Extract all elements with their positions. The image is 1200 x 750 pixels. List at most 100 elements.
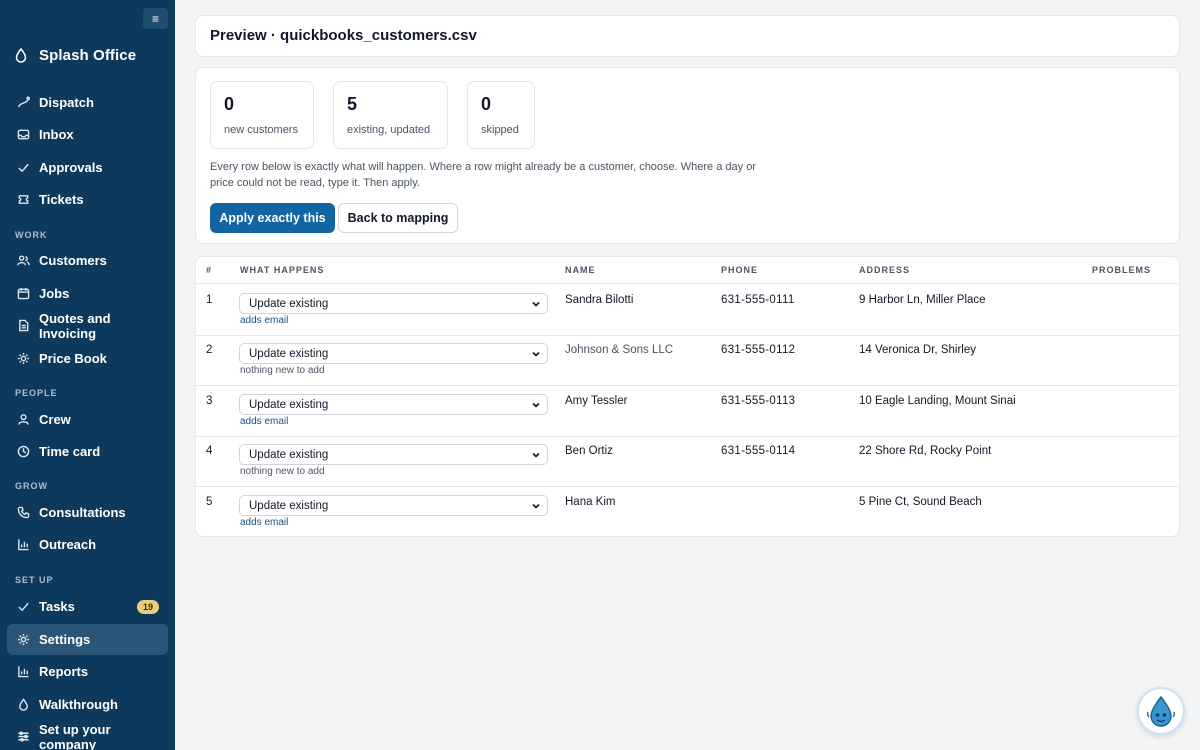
action-select-value: Update existing (249, 297, 329, 310)
row-number: 2 (206, 344, 213, 356)
calendar-icon (16, 287, 30, 301)
sidebar-item-label: Walkthrough (39, 697, 118, 712)
customer-phone: 631-555-0114 (721, 445, 796, 457)
row-number: 5 (206, 496, 213, 508)
user-icon (16, 413, 30, 427)
document-icon (16, 319, 30, 333)
chevron-down-icon (532, 351, 540, 357)
chevron-down-icon (532, 503, 540, 509)
customer-address: 22 Shore Rd, Rocky Point (859, 445, 992, 457)
water-drop-icon (15, 44, 29, 66)
customer-phone: 631-555-0112 (721, 344, 796, 356)
import-summary: 0 new customers 5 existing, updated 0 sk… (195, 67, 1180, 244)
sidebar-item-setup-company[interactable]: Set up your company (7, 721, 168, 750)
sidebar-item-label: Set up your company (39, 721, 111, 750)
stat-label: existing, updated (347, 124, 431, 136)
customer-name: Johnson & Sons LLC (565, 344, 674, 356)
chevron-down-icon (532, 402, 540, 408)
sidebar-item-label: Tasks (39, 599, 75, 614)
sidebar-item-label: Dispatch (39, 95, 94, 110)
column-header-what-happens: WHAT HAPPENS (240, 265, 325, 275)
chevron-down-icon (532, 301, 540, 307)
row-note: adds email (240, 517, 289, 528)
sidebar-item-label: Crew (39, 412, 71, 427)
table-header: # WHAT HAPPENS NAME PHONE ADDRESS PROBLE… (196, 257, 1179, 284)
sidebar-item-label: Reports (39, 664, 89, 679)
sidebar-item-customers[interactable]: Customers (7, 245, 168, 276)
sidebar-item-label: Outreach (39, 537, 97, 552)
sidebar-item-reports[interactable]: Reports (7, 656, 168, 687)
action-select[interactable]: Update existing (239, 444, 548, 465)
sidebar-collapse-button[interactable]: ≡ (143, 8, 168, 29)
help-assistant-button[interactable] (1137, 687, 1185, 735)
action-select[interactable]: Update existing (239, 394, 548, 415)
sun-icon (16, 352, 30, 366)
table-row: 1 Update existing adds email Sandra Bilo… (196, 285, 1179, 336)
sidebar-item-label: Settings (39, 632, 91, 647)
page-header: Preview · quickbooks_customers.csv (195, 15, 1180, 57)
page-title: Preview · quickbooks_customers.csv (210, 27, 477, 44)
sidebar-item-pricebook[interactable]: Price Book (7, 343, 168, 374)
action-select[interactable]: Update existing (239, 343, 548, 364)
action-select-value: Update existing (249, 448, 329, 461)
route-icon (16, 96, 30, 110)
sidebar-item-label: Time card (39, 444, 101, 459)
column-header-address: ADDRESS (859, 265, 911, 275)
stat-value: 0 (481, 94, 492, 114)
action-select[interactable]: Update existing (239, 495, 548, 516)
preview-table: # WHAT HAPPENS NAME PHONE ADDRESS PROBLE… (195, 256, 1180, 537)
stat-existing-updated: 5 existing, updated (333, 81, 448, 149)
row-number: 3 (206, 395, 213, 407)
tasks-count-badge: 19 (136, 599, 159, 614)
chevron-down-icon (532, 452, 540, 458)
sidebar-item-jobs[interactable]: Jobs (7, 278, 168, 309)
inbox-icon (16, 128, 30, 142)
stat-label: skipped (481, 124, 519, 136)
sidebar-item-approvals[interactable]: Approvals (7, 152, 168, 183)
sidebar-item-label: Price Book (39, 351, 107, 366)
stat-value: 5 (347, 94, 358, 114)
brand[interactable]: Splash Office (15, 44, 136, 66)
preview-description: Every row below is exactly what will hap… (210, 161, 756, 189)
stat-skipped: 0 skipped (467, 81, 535, 149)
action-select-value: Update existing (249, 347, 329, 360)
sidebar-item-tickets[interactable]: Tickets (7, 184, 168, 215)
column-header-number: # (206, 265, 213, 275)
water-drop-icon (16, 698, 30, 712)
customer-address: 14 Veronica Dr, Shirley (859, 344, 976, 356)
action-select-value: Update existing (249, 499, 329, 512)
sidebar-item-label: Consultations (39, 505, 126, 520)
section-label-people: PEOPLE (15, 388, 58, 398)
sidebar-item-label: Approvals (39, 160, 103, 175)
back-to-mapping-button[interactable]: Back to mapping (338, 203, 458, 233)
apply-button[interactable]: Apply exactly this (210, 203, 335, 233)
brand-name: Splash Office (39, 46, 137, 64)
section-label-grow: GROW (15, 481, 48, 491)
bar-chart-icon (16, 538, 30, 552)
sidebar-item-outreach[interactable]: Outreach (7, 529, 168, 560)
sidebar-item-quotes[interactable]: Quotes and Invoicing (7, 310, 168, 341)
table-row: 5 Update existing adds email Hana Kim 5 … (196, 487, 1179, 536)
sidebar-item-inbox[interactable]: Inbox (7, 119, 168, 150)
sidebar-item-timecard[interactable]: Time card (7, 436, 168, 467)
stat-value: 0 (224, 94, 235, 114)
check-icon (16, 161, 30, 175)
sidebar-item-label: Jobs (39, 286, 70, 301)
stat-new-customers: 0 new customers (210, 81, 314, 149)
action-select[interactable]: Update existing (239, 293, 548, 314)
sidebar-item-settings[interactable]: Settings (7, 624, 168, 655)
sidebar-item-crew[interactable]: Crew (7, 404, 168, 435)
sidebar-item-dispatch[interactable]: Dispatch (7, 87, 168, 118)
sidebar-item-tasks[interactable]: Tasks 19 (7, 591, 168, 622)
check-icon (16, 600, 30, 614)
column-header-phone: PHONE (721, 265, 759, 275)
sidebar-item-label: Tickets (39, 192, 84, 207)
sidebar-item-walkthrough[interactable]: Walkthrough (7, 689, 168, 720)
customer-phone: 631-555-0111 (721, 294, 795, 306)
stat-label: new customers (224, 124, 298, 136)
sidebar-item-consultations[interactable]: Consultations (7, 497, 168, 528)
customer-name: Hana Kim (565, 496, 616, 508)
column-header-problems: PROBLEMS (1092, 265, 1152, 275)
section-label-work: WORK (15, 230, 48, 240)
gear-icon (16, 633, 30, 647)
